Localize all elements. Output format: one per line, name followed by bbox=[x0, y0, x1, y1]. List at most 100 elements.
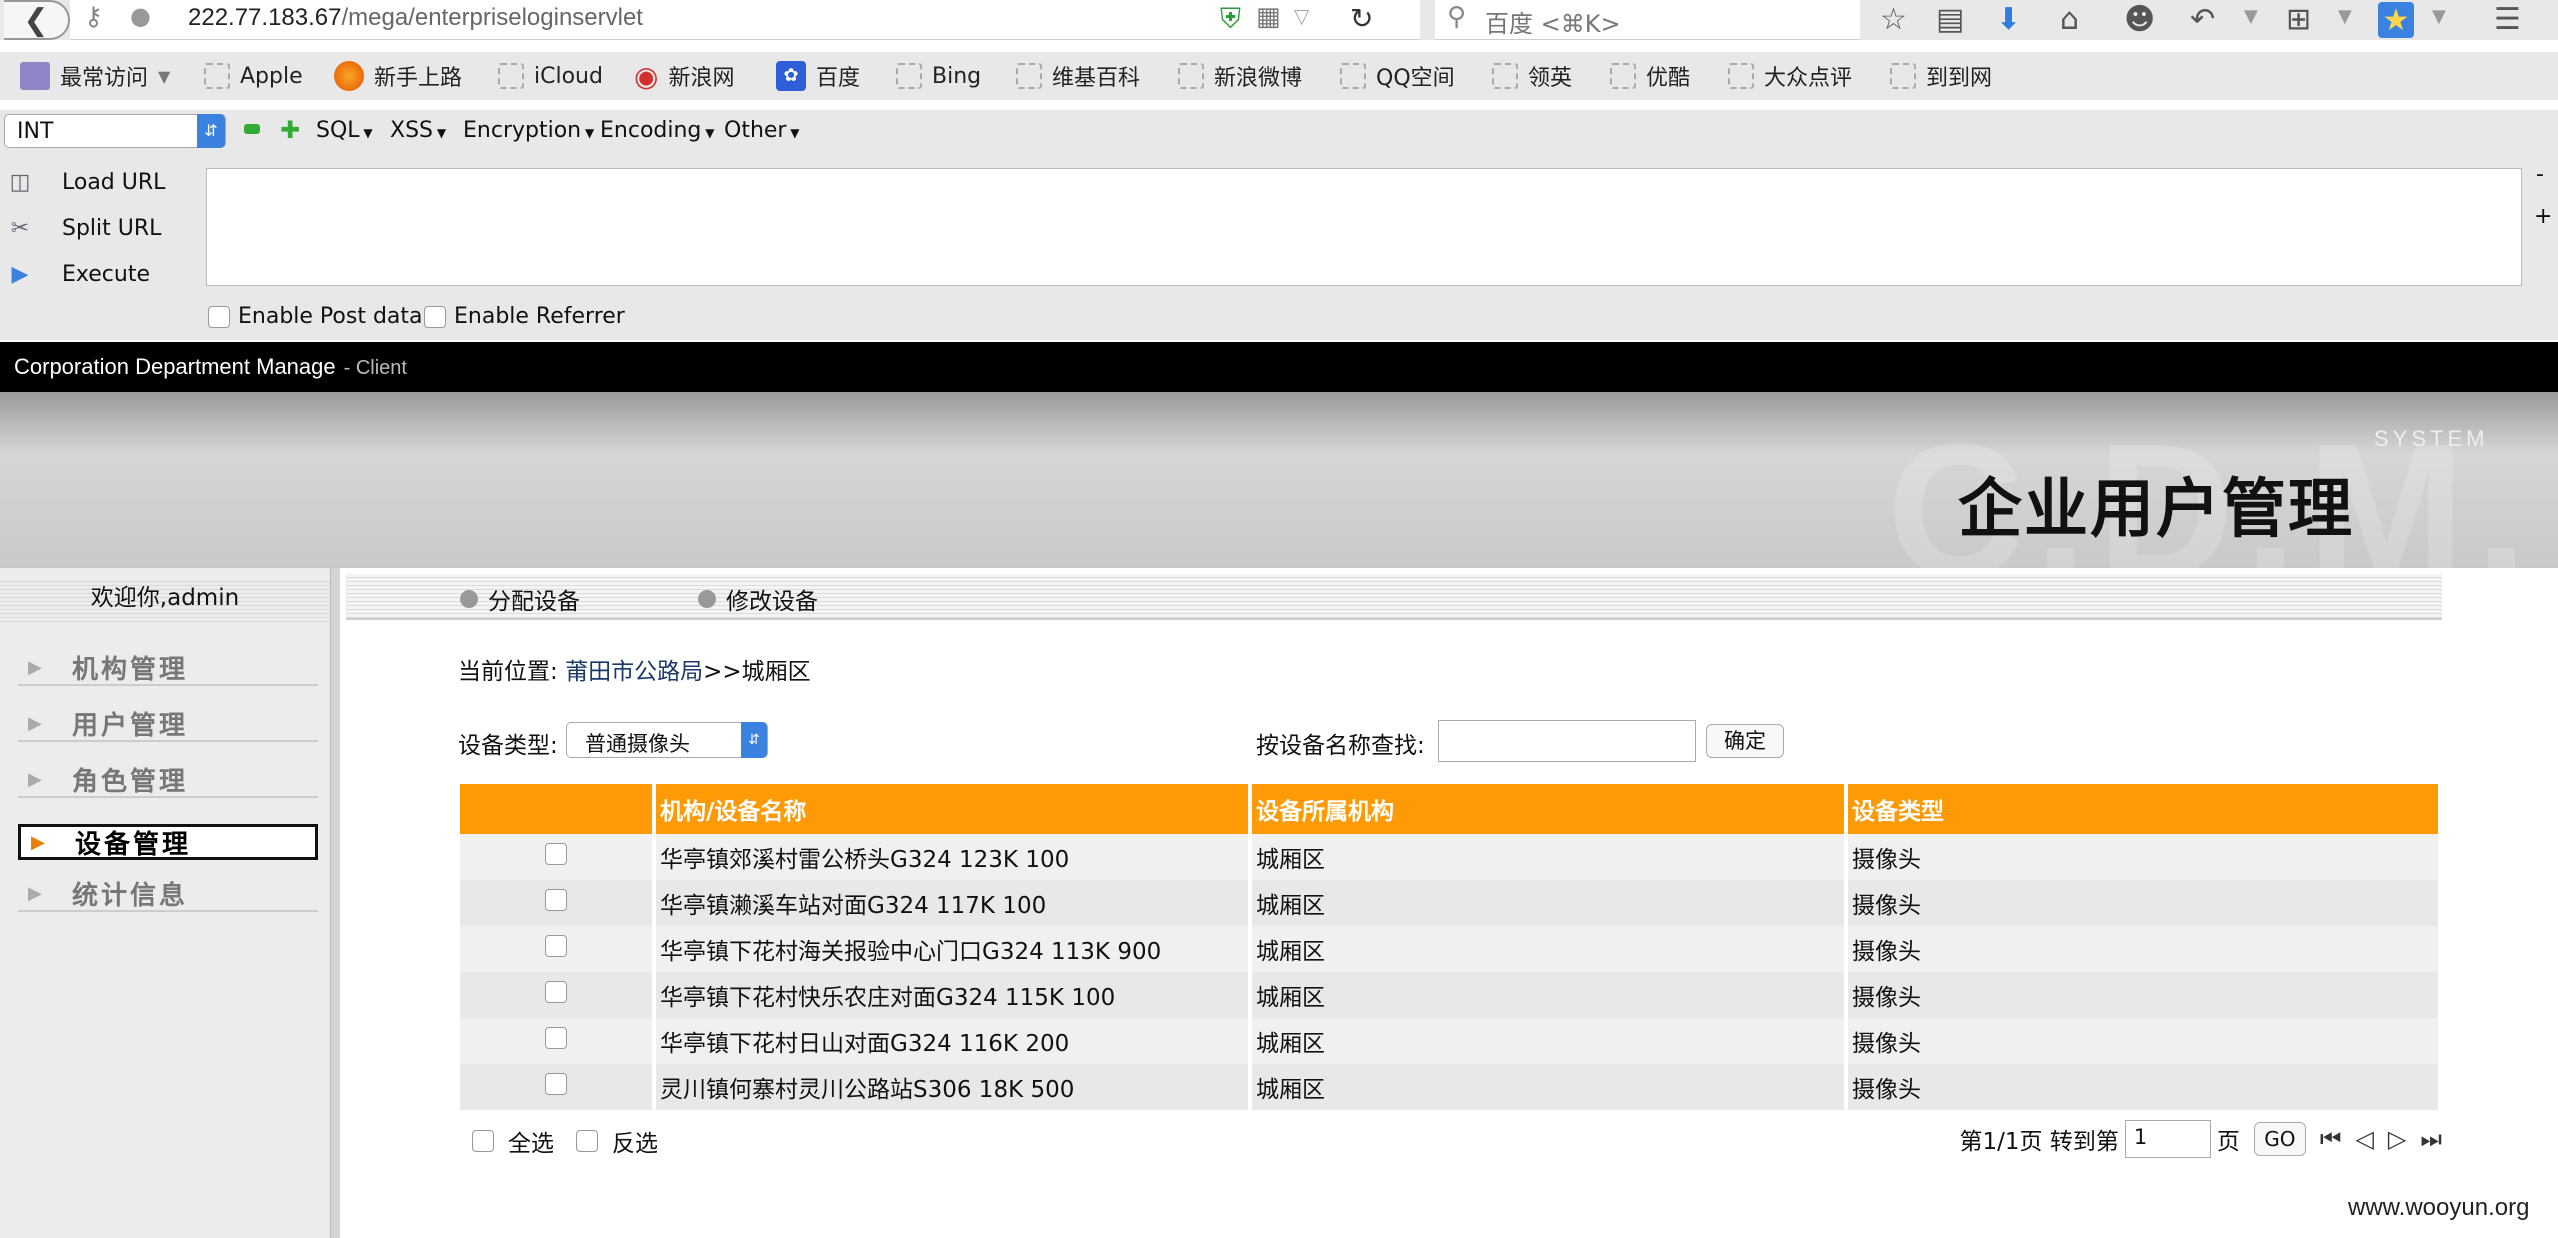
device-org: 城厢区 bbox=[1252, 972, 1844, 1018]
sidebar-item-org[interactable]: ▶ 机构管理 bbox=[18, 650, 318, 686]
plus-icon[interactable]: ✚ bbox=[280, 116, 300, 144]
pagination: 第1/1页 转到第 1 页 GO ⏮ ◁ ▷ ⏭ bbox=[1960, 1120, 2442, 1158]
url-text[interactable]: 222.77.183.67/mega/enterpriseloginservle… bbox=[188, 4, 643, 32]
url-bar[interactable]: ⚷ ● 222.77.183.67/mega/enterpriseloginse… bbox=[70, 0, 1420, 40]
bookmark-wikipedia[interactable]: 维基百科 bbox=[1016, 60, 1140, 92]
sidebar-item-devices[interactable]: ▶ 设备管理 bbox=[18, 824, 318, 860]
hackbar-toolbar: INT ⇵ ✚ SQL ▼ XSS ▼ Encryption ▼ Encodin… bbox=[0, 110, 2558, 154]
device-type-select[interactable]: 普通摄像头 ⇵ bbox=[566, 722, 768, 758]
split-url-icon: ✂ bbox=[10, 215, 30, 241]
page-number-input[interactable]: 1 bbox=[2124, 1120, 2211, 1158]
bookmark-qzone[interactable]: QQ空间 bbox=[1340, 60, 1455, 92]
breadcrumb-link[interactable]: 莆田市公路局 bbox=[565, 659, 703, 685]
device-org: 城厢区 bbox=[1252, 926, 1844, 972]
checkbox[interactable] bbox=[208, 305, 230, 328]
reading-list-icon[interactable]: ▤ bbox=[1936, 2, 1964, 37]
search-input[interactable] bbox=[1438, 720, 1696, 762]
invert-selection-checkbox[interactable]: 反选 bbox=[576, 1124, 658, 1158]
menu-sql[interactable]: SQL ▼ bbox=[316, 118, 373, 143]
checkbox[interactable] bbox=[576, 1130, 598, 1152]
back-button[interactable]: ❮ bbox=[4, 0, 70, 40]
chevron-right-icon: ▶ bbox=[28, 656, 42, 678]
undo-icon[interactable]: ↶ bbox=[2190, 2, 2215, 37]
next-page-icon[interactable]: ▷ bbox=[2388, 1125, 2406, 1153]
sidebar-item-roles[interactable]: ▶ 角色管理 bbox=[18, 762, 318, 798]
load-url-button[interactable]: ◫ Load URL bbox=[0, 162, 200, 202]
bookmark-sina[interactable]: ◉ 新浪网 bbox=[634, 60, 734, 93]
device-type: 摄像头 bbox=[1848, 880, 2438, 926]
enable-post-checkbox[interactable]: Enable Post data bbox=[208, 304, 423, 329]
checkbox[interactable] bbox=[424, 305, 446, 328]
bookmark-baidu[interactable]: ✿ 百度 bbox=[776, 60, 860, 92]
tab-assign-device[interactable]: 分配设备 bbox=[460, 582, 580, 616]
expand-button[interactable]: + bbox=[2534, 204, 2552, 229]
reload-icon[interactable]: ↻ bbox=[1350, 2, 1373, 35]
row-checkbox[interactable] bbox=[545, 1027, 567, 1049]
device-type: 摄像头 bbox=[1848, 1018, 2438, 1064]
hackbar-panel: ◫ Load URL ✂ Split URL ▶ Execute - + Enable… bbox=[0, 154, 2558, 340]
tab-edit-device[interactable]: 修改设备 bbox=[698, 582, 818, 616]
sidebar-divider[interactable] bbox=[330, 568, 340, 1238]
split-url-button[interactable]: ✂ Split URL bbox=[0, 208, 200, 248]
enable-referrer-checkbox[interactable]: Enable Referrer bbox=[424, 304, 625, 329]
crop-icon[interactable]: ⊞ bbox=[2286, 2, 2311, 37]
row-checkbox[interactable] bbox=[545, 1073, 567, 1095]
bookmark-bing[interactable]: Bing bbox=[896, 60, 981, 92]
go-button[interactable]: GO bbox=[2253, 1122, 2306, 1156]
sidebar: 欢迎你,admin ▶ 机构管理 ▶ 用户管理 ▶ 角色管理 ▶ 设备管理 ▶ 统计信息 bbox=[0, 568, 330, 1238]
row-checkbox[interactable] bbox=[545, 935, 567, 957]
browser-navbar: ❮ ⚷ ● 222.77.183.67/mega/enterpriselogin… bbox=[0, 0, 2558, 40]
crop-dropdown-icon[interactable]: ▼ bbox=[2338, 6, 2352, 27]
menu-other[interactable]: Other ▼ bbox=[724, 118, 800, 143]
confirm-button[interactable]: 确定 bbox=[1706, 724, 1784, 758]
bookmark-icloud[interactable]: iCloud bbox=[498, 60, 603, 92]
select-all-checkbox[interactable]: 全选 bbox=[472, 1124, 554, 1158]
bookmark-apple[interactable]: Apple bbox=[204, 60, 303, 92]
type-select[interactable]: INT ⇵ bbox=[4, 114, 226, 148]
prev-page-icon[interactable]: ◁ bbox=[2355, 1125, 2373, 1153]
bookmark-dianping[interactable]: 大众点评 bbox=[1728, 60, 1852, 92]
row-checkbox[interactable] bbox=[545, 843, 567, 865]
folder-icon bbox=[20, 62, 50, 90]
hackbar-url-textarea[interactable] bbox=[206, 168, 2522, 286]
bookmark-most-visited[interactable]: 最常访问 ▼ bbox=[20, 60, 170, 92]
favorites-dropdown-icon[interactable]: ▼ bbox=[2432, 6, 2446, 27]
favorites-star-icon[interactable]: ★ bbox=[2378, 2, 2414, 38]
dropdown-icon[interactable]: ▽ bbox=[1294, 4, 1309, 28]
firefox-icon bbox=[334, 61, 364, 91]
sidebar-item-stats[interactable]: ▶ 统计信息 bbox=[18, 876, 318, 912]
shield-icon[interactable]: ⛨ bbox=[1220, 2, 1241, 36]
row-checkbox[interactable] bbox=[545, 889, 567, 911]
chat-icon[interactable]: ☻ bbox=[2124, 2, 2155, 37]
bookmark-daodao[interactable]: 到到网 bbox=[1890, 60, 1992, 92]
bookmark-weibo[interactable]: 新浪微博 bbox=[1178, 60, 1302, 92]
device-name: 华亭镇下花村快乐农庄对面G324 115K 100 bbox=[656, 972, 1248, 1018]
download-icon[interactable]: ⬇ bbox=[1996, 2, 2021, 37]
qr-code-icon[interactable]: ▦ bbox=[1256, 2, 1281, 32]
menu-encoding[interactable]: Encoding ▼ bbox=[600, 118, 714, 143]
search-bar[interactable]: ⚲ 百度 <⌘K> bbox=[1435, 0, 1860, 40]
app-subtitle: - Client bbox=[343, 357, 407, 379]
checkbox[interactable] bbox=[472, 1130, 494, 1152]
bookmark-getting-started[interactable]: 新手上路 bbox=[334, 60, 462, 92]
bookmark-linkedin[interactable]: 领英 bbox=[1492, 60, 1572, 92]
last-page-icon[interactable]: ⏭ bbox=[2420, 1125, 2442, 1153]
first-page-icon[interactable]: ⏮ bbox=[2320, 1125, 2342, 1153]
menu-encryption[interactable]: Encryption ▼ bbox=[463, 118, 594, 143]
star-bookmark-icon[interactable]: ☆ bbox=[1880, 2, 1907, 37]
undo-dropdown-icon[interactable]: ▼ bbox=[2244, 6, 2258, 27]
bookmark-youku[interactable]: 优酷 bbox=[1610, 60, 1690, 92]
row-checkbox[interactable] bbox=[545, 981, 567, 1003]
menu-xss[interactable]: XSS ▼ bbox=[390, 118, 446, 143]
page-icon bbox=[896, 63, 922, 89]
search-by-name-label: 按设备名称查找: bbox=[1256, 733, 1425, 759]
sidebar-item-users[interactable]: ▶ 用户管理 bbox=[18, 706, 318, 742]
home-icon[interactable]: ⌂ bbox=[2060, 2, 2079, 37]
menu-icon[interactable]: ☰ bbox=[2494, 2, 2521, 37]
minus-icon[interactable] bbox=[244, 124, 260, 134]
tabs-bar: 分配设备 修改设备 bbox=[346, 574, 2442, 620]
execute-button[interactable]: ▶ Execute bbox=[0, 254, 200, 294]
select-arrow-icon: ⇵ bbox=[741, 722, 767, 758]
table-header-row: 机构/设备名称 设备所属机构 设备类型 bbox=[460, 784, 2438, 834]
collapse-button[interactable]: - bbox=[2536, 162, 2544, 187]
